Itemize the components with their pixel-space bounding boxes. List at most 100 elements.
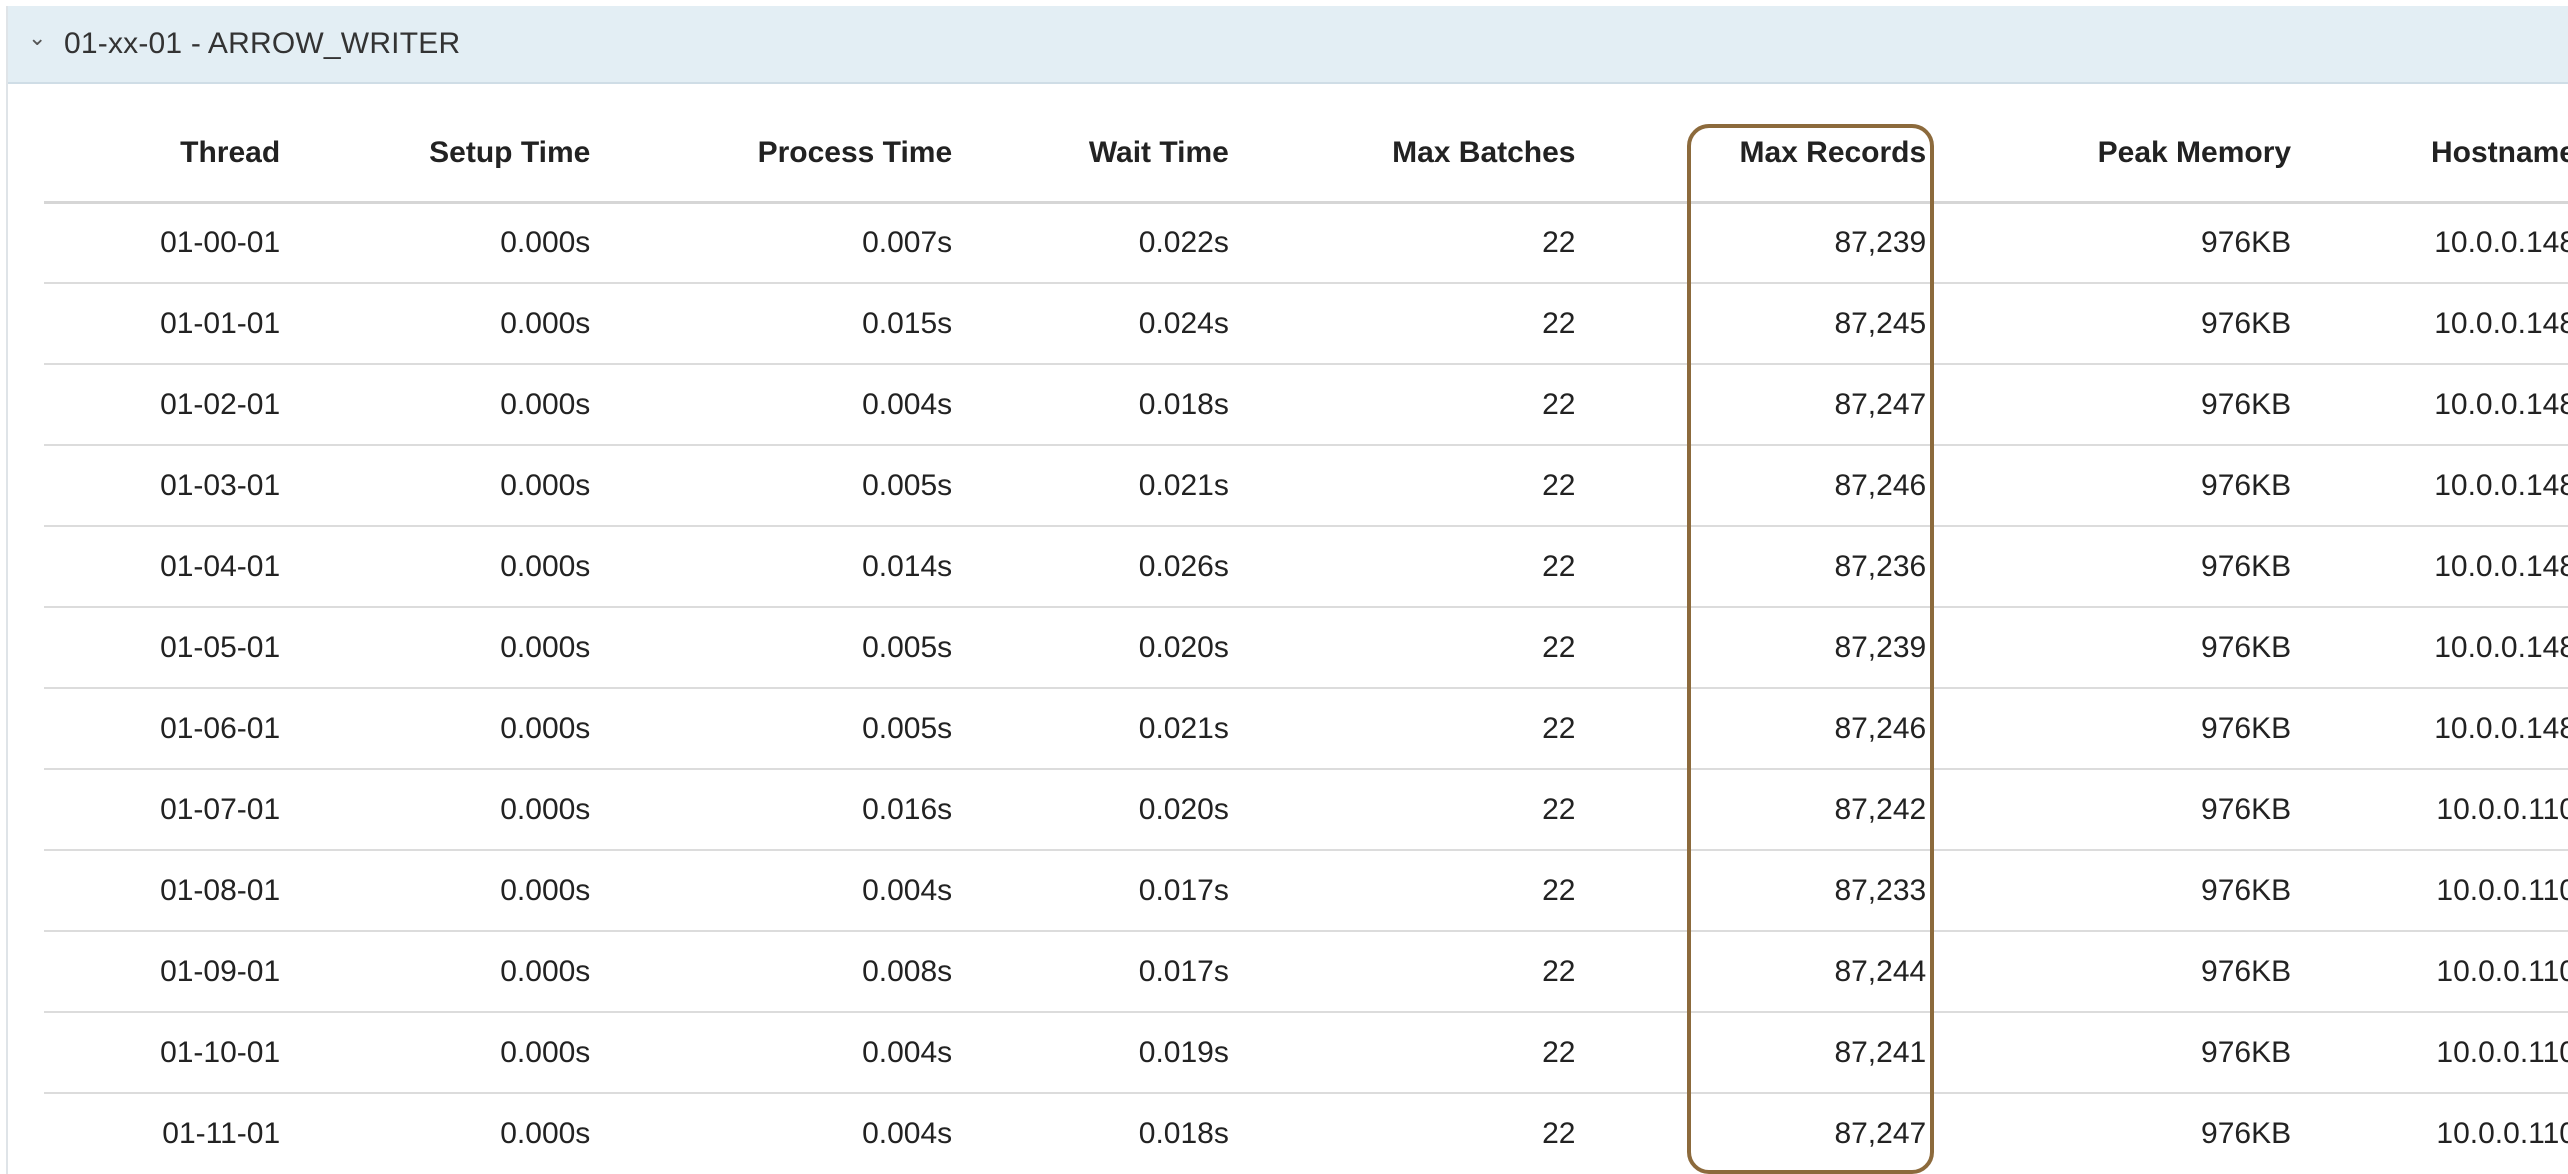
peak-memory-cell: 976KB: [1926, 1012, 2292, 1094]
wait-time-cell: 0.022s: [952, 202, 1229, 284]
column-header-thread[interactable]: Thread: [44, 106, 281, 204]
max-batches-cell: 22: [1228, 364, 1576, 446]
max-records-cell: 87,246: [1575, 688, 1927, 770]
hostname-cell: 10.0.0.148: [2291, 607, 2568, 689]
panel-header[interactable]: ⌄ 01-xx-01 - ARROW_WRITER: [8, 6, 2568, 84]
wait-time-cell: 0.026s: [952, 526, 1229, 608]
max-batches-cell: 22: [1228, 283, 1576, 365]
wait-time-cell: 0.017s: [952, 931, 1229, 1013]
thread-cell: 01-04-01: [44, 526, 281, 608]
process-time-cell: 0.004s: [590, 850, 953, 932]
peak-memory-cell: 976KB: [1926, 364, 2292, 446]
column-header-max-records[interactable]: Max Records: [1575, 106, 1927, 204]
table-row: 01-07-01 0.000s 0.016s 0.020s 22 87,242 976KB 1…: [44, 769, 2568, 851]
wait-time-cell: 0.024s: [952, 283, 1229, 365]
hostname-cell: 10.0.0.148: [2291, 445, 2568, 527]
column-header-wait-time[interactable]: Wait Time: [952, 106, 1229, 204]
setup-time-cell: 0.000s: [280, 445, 591, 527]
max-records-cell: 87,236: [1575, 526, 1927, 608]
column-header-max-batches[interactable]: Max Batches: [1228, 106, 1576, 204]
hostname-cell: 10.0.0.148: [2291, 364, 2568, 446]
wait-time-cell: 0.019s: [952, 1012, 1229, 1094]
column-header-hostname[interactable]: Hostname: [2291, 106, 2568, 204]
thread-cell: 01-05-01: [44, 607, 281, 689]
setup-time-cell: 0.000s: [280, 931, 591, 1013]
table-row: 01-04-01 0.000s 0.014s 0.026s 22 87,236 976KB 1…: [44, 526, 2568, 608]
wait-time-cell: 0.021s: [952, 688, 1229, 770]
process-time-cell: 0.015s: [590, 283, 953, 365]
peak-memory-cell: 976KB: [1926, 445, 2292, 527]
operator-panel: ⌄ 01-xx-01 - ARROW_WRITER Thread Setup T…: [6, 6, 2568, 1174]
thread-cell: 01-03-01: [44, 445, 281, 527]
hostname-cell: 10.0.0.148: [2291, 526, 2568, 608]
process-time-cell: 0.005s: [590, 445, 953, 527]
chevron-down-icon[interactable]: ⌄: [8, 27, 64, 49]
max-records-cell: 87,244: [1575, 931, 1927, 1013]
panel-title: 01-xx-01 - ARROW_WRITER: [64, 27, 461, 60]
max-batches-cell: 22: [1228, 202, 1576, 284]
max-records-cell: 87,247: [1575, 364, 1927, 446]
max-batches-cell: 22: [1228, 526, 1576, 608]
peak-memory-cell: 976KB: [2201, 1117, 2292, 1150]
setup-time-cell: 0.000s: [280, 688, 591, 770]
thread-cell: 01-10-01: [44, 1012, 281, 1094]
thread-cell: 01-00-01: [44, 202, 281, 284]
max-batches-cell: 22: [1228, 688, 1576, 770]
process-time-cell: 0.005s: [590, 688, 953, 770]
setup-time-cell: 0.000s: [280, 202, 591, 284]
table-row: 01-09-01 0.000s 0.008s 0.017s 22 87,244 976KB 1…: [44, 931, 2568, 1013]
hostname-cell: 10.0.0.110: [2291, 850, 2568, 932]
process-time-cell: 0.004s: [862, 1117, 953, 1150]
setup-time-cell: 0.000s: [280, 283, 591, 365]
max-records-cell: 87,239: [1575, 607, 1927, 689]
table-body: 01-00-01 0.000s 0.007s 0.022s 22 87,239 976KB 1…: [44, 202, 2568, 1174]
max-batches-cell: 22: [1228, 1012, 1576, 1094]
setup-time-cell: 0.000s: [280, 526, 591, 608]
column-header-peak-memory[interactable]: Peak Memory: [1926, 106, 2292, 204]
wait-time-cell: 0.018s: [1138, 1117, 1229, 1150]
hostname-cell: 10.0.0.148: [2291, 202, 2568, 284]
peak-memory-cell: 976KB: [1926, 931, 2292, 1013]
table-row: 01-11-01 0.000s 0.004s 0.018s 22 87,247 976KB 1…: [44, 1093, 2568, 1174]
max-records-cell: 87,246: [1575, 445, 1927, 527]
max-records-cell: 87,245: [1575, 283, 1927, 365]
table-row: 01-05-01 0.000s 0.005s 0.020s 22 87,239 976KB 1…: [44, 607, 2568, 689]
setup-time-cell: 0.000s: [500, 1117, 591, 1150]
wait-time-cell: 0.020s: [952, 769, 1229, 851]
thread-cell: 01-11-01: [162, 1117, 281, 1150]
table-row: 01-03-01 0.000s 0.005s 0.021s 22 87,246 976KB 1…: [44, 445, 2568, 527]
wait-time-cell: 0.021s: [952, 445, 1229, 527]
process-time-cell: 0.004s: [590, 364, 953, 446]
peak-memory-cell: 976KB: [1926, 526, 2292, 608]
peak-memory-cell: 976KB: [1926, 850, 2292, 932]
hostname-cell: 10.0.0.148: [2291, 283, 2568, 365]
max-records-cell: 87,247: [1834, 1117, 1927, 1150]
column-header-process-time[interactable]: Process Time: [590, 106, 953, 204]
wait-time-cell: 0.020s: [952, 607, 1229, 689]
thread-cell: 01-09-01: [44, 931, 281, 1013]
column-header-setup-time[interactable]: Setup Time: [280, 106, 591, 204]
max-batches-cell: 22: [1228, 769, 1576, 851]
max-batches-cell: 22: [1228, 931, 1576, 1013]
peak-memory-cell: 976KB: [1926, 202, 2292, 284]
hostname-cell: 10.0.0.110: [2291, 769, 2568, 851]
hostname-cell: 10.0.0.110: [2291, 1012, 2568, 1094]
thread-cell: 01-06-01: [44, 688, 281, 770]
setup-time-cell: 0.000s: [280, 607, 591, 689]
process-time-cell: 0.004s: [590, 1012, 953, 1094]
table-row: 01-06-01 0.000s 0.005s 0.021s 22 87,246 976KB 1…: [44, 688, 2568, 770]
thread-cell: 01-02-01: [44, 364, 281, 446]
max-records-cell: 87,242: [1575, 769, 1927, 851]
wait-time-cell: 0.018s: [952, 364, 1229, 446]
peak-memory-cell: 976KB: [1926, 688, 2292, 770]
thread-cell: 01-01-01: [44, 283, 281, 365]
setup-time-cell: 0.000s: [280, 364, 591, 446]
hostname-cell: 10.0.0.148: [2291, 688, 2568, 770]
max-records-cell: 87,233: [1575, 850, 1927, 932]
process-time-cell: 0.016s: [590, 769, 953, 851]
hostname-cell: 10.0.0.110: [2291, 931, 2568, 1013]
process-time-cell: 0.007s: [590, 202, 953, 284]
peak-memory-cell: 976KB: [1926, 607, 2292, 689]
thread-cell: 01-08-01: [44, 850, 281, 932]
wait-time-cell: 0.017s: [952, 850, 1229, 932]
